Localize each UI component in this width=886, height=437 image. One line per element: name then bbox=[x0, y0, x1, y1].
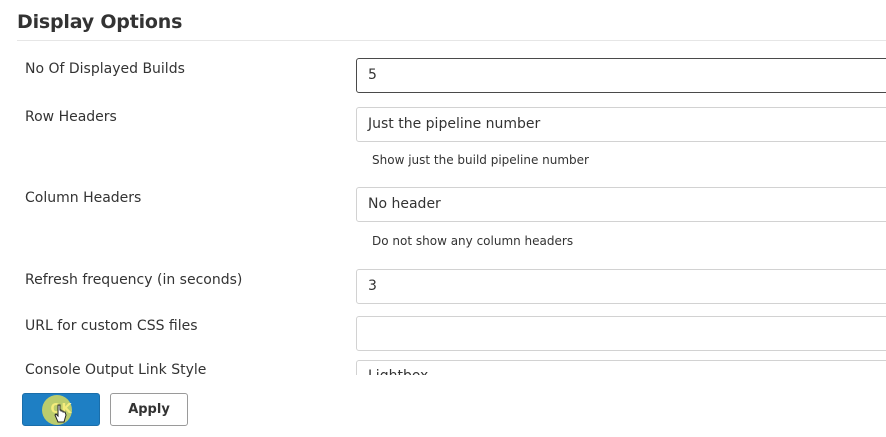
label-displayed-builds: No Of Displayed Builds bbox=[25, 61, 185, 77]
row-headers-select[interactable]: Just the pipeline number bbox=[356, 107, 886, 142]
column-headers-help: Do not show any column headers bbox=[372, 234, 574, 248]
section-divider bbox=[17, 40, 886, 41]
mouse-pointer-icon bbox=[54, 404, 67, 423]
label-column-headers: Column Headers bbox=[25, 190, 142, 206]
label-refresh-frequency: Refresh frequency (in seconds) bbox=[25, 272, 243, 288]
label-row-headers: Row Headers bbox=[25, 109, 117, 125]
console-link-style-select[interactable]: Lightbox bbox=[356, 360, 886, 375]
row-headers-help: Show just the build pipeline number bbox=[372, 153, 589, 167]
apply-button[interactable]: Apply bbox=[110, 393, 188, 426]
refresh-frequency-input[interactable]: 3 bbox=[356, 269, 886, 304]
displayed-builds-input[interactable]: 5 bbox=[356, 58, 886, 93]
section-title: Display Options bbox=[17, 11, 183, 33]
label-custom-css-url: URL for custom CSS files bbox=[25, 318, 198, 334]
label-console-link-style: Console Output Link Style bbox=[25, 362, 207, 378]
custom-css-url-input[interactable] bbox=[356, 316, 886, 351]
column-headers-select[interactable]: No header bbox=[356, 187, 886, 222]
